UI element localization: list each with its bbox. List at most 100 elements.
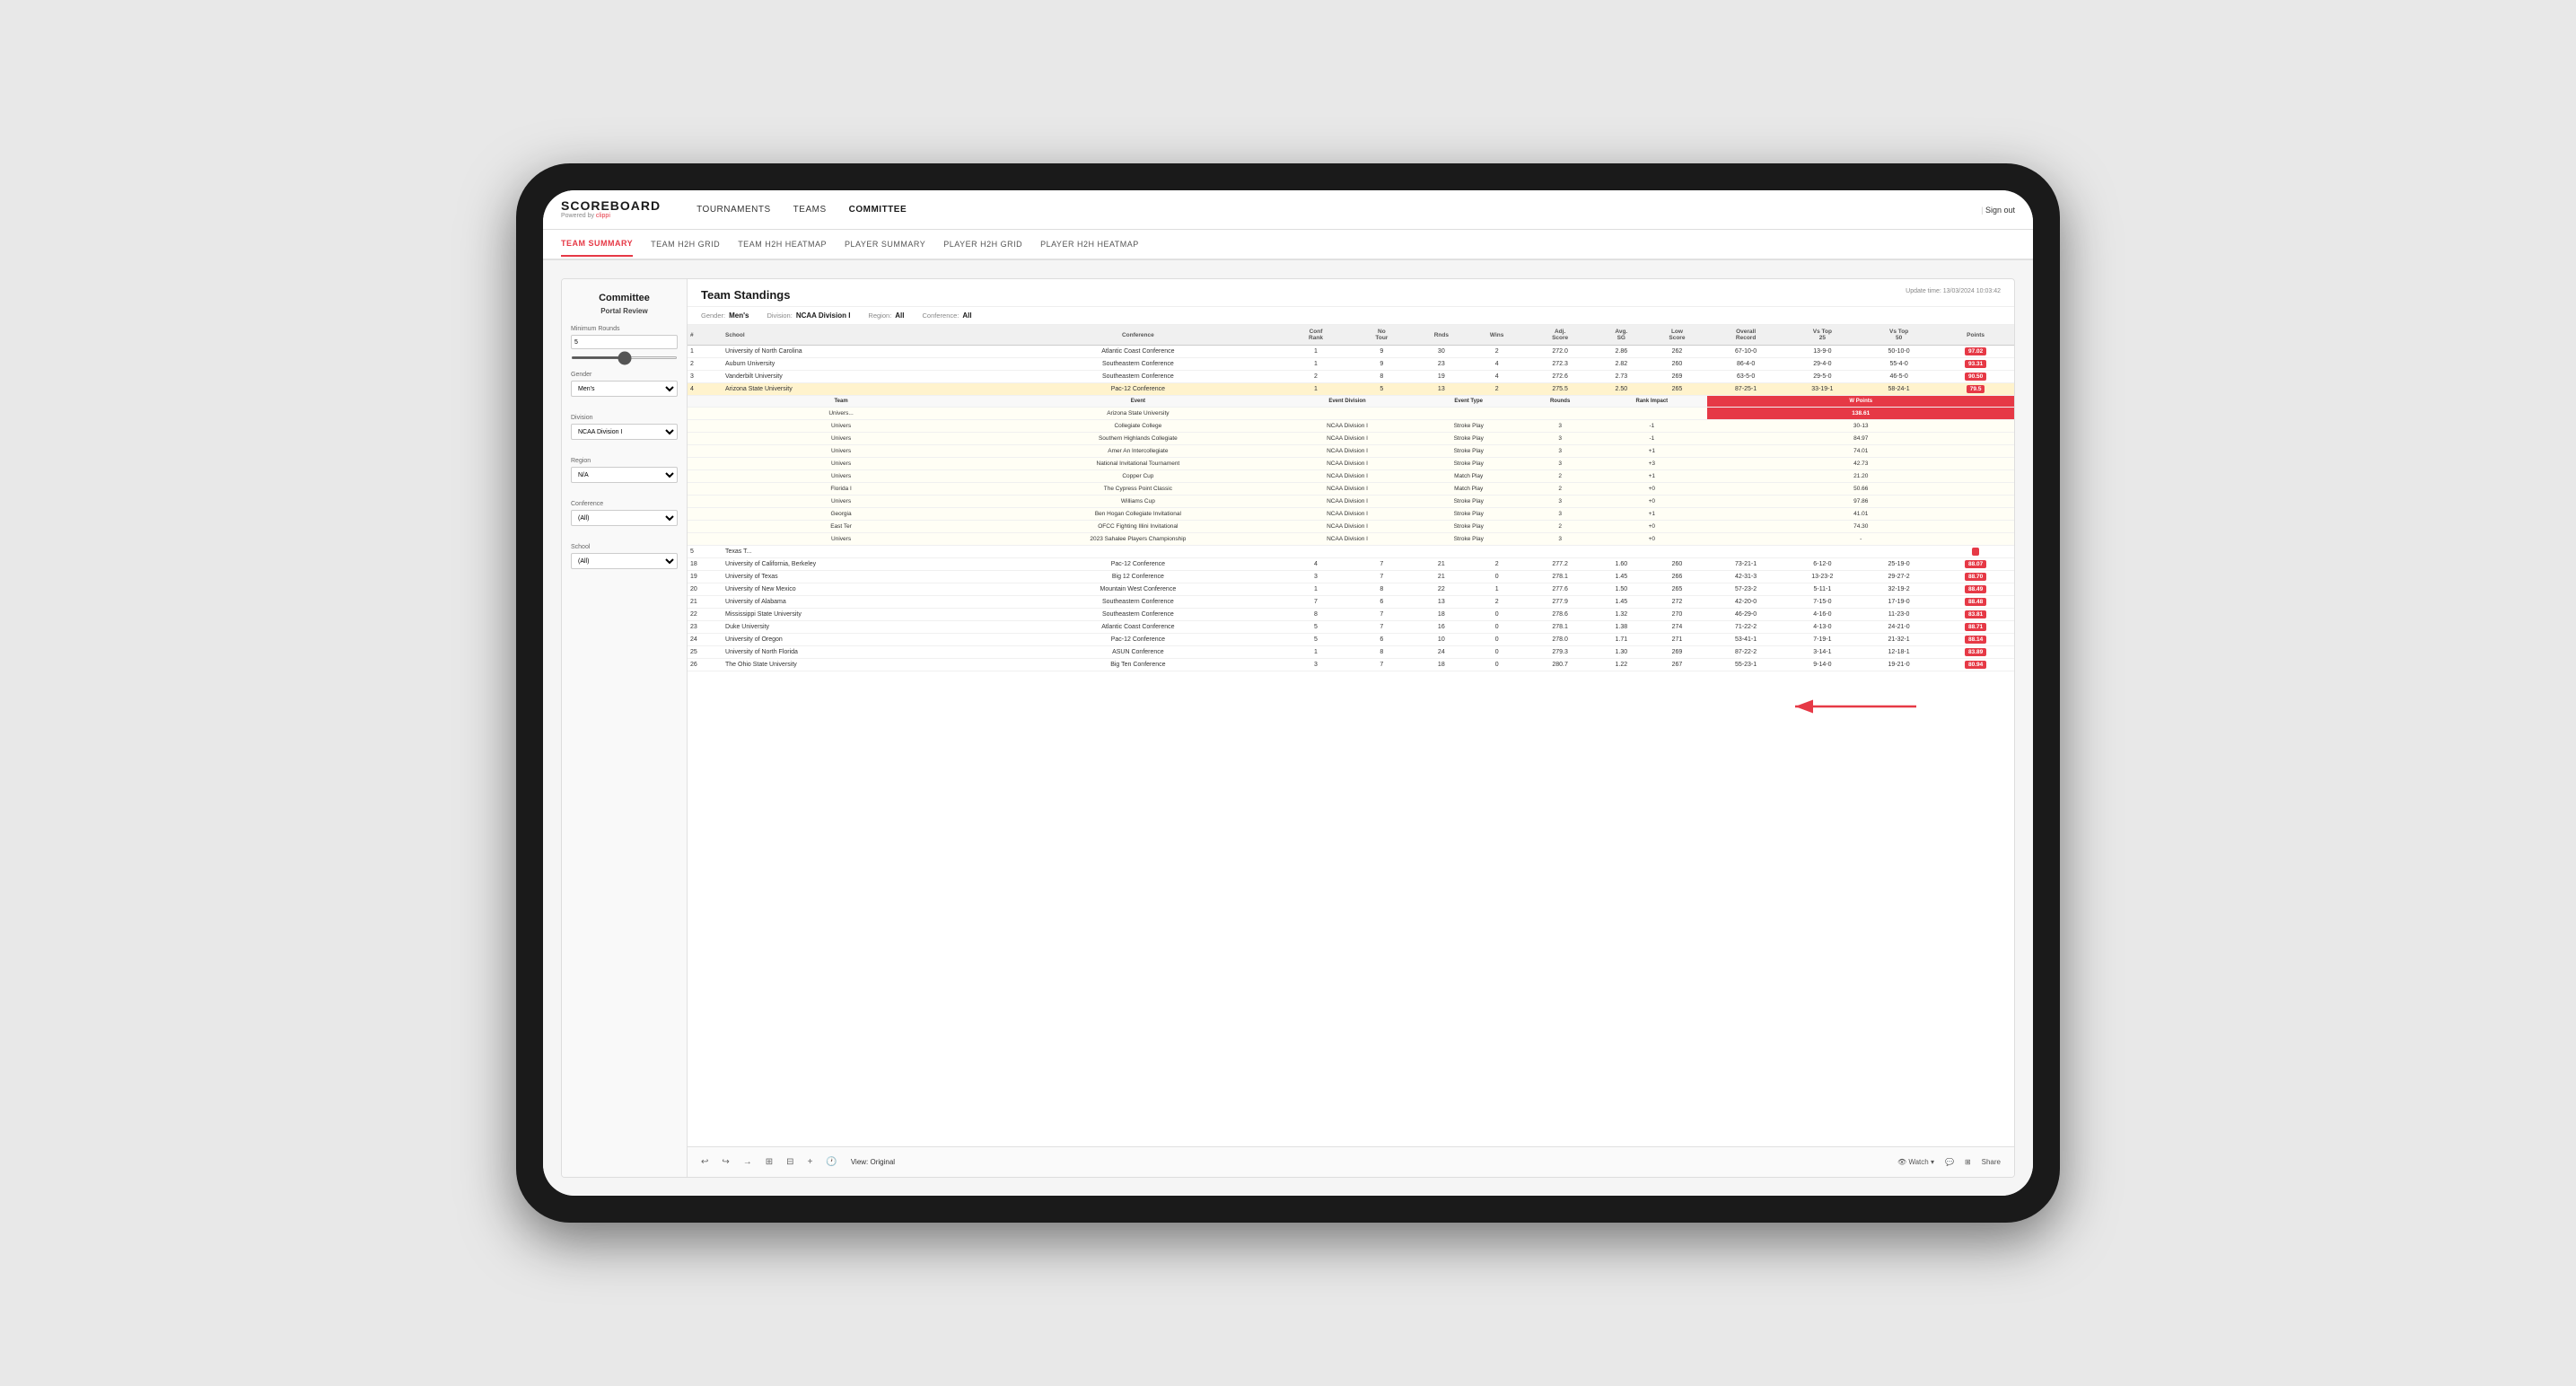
points-value: 83.81 xyxy=(1965,610,1986,618)
col-conf-rank: ConfRank xyxy=(1282,325,1351,346)
table-header-row: # School Conference ConfRank NoTour Rnds… xyxy=(688,325,2014,346)
logo: SCOREBOARD Powered by clippi xyxy=(561,199,661,220)
points-value: 83.89 xyxy=(1965,648,1986,656)
main-content: Committee Portal Review Minimum Rounds G… xyxy=(543,260,2033,1196)
table-row: 19 University of Texas Big 12 Conference… xyxy=(688,571,2014,583)
sidebar-subtitle: Portal Review xyxy=(571,307,678,315)
school-select[interactable]: (All) xyxy=(571,553,678,569)
redo-icon[interactable]: ↪ xyxy=(722,1157,729,1167)
sidebar-region: Region N/A xyxy=(571,458,678,490)
conference-select[interactable]: (All) xyxy=(571,510,678,526)
view-original[interactable]: View: Original xyxy=(851,1158,895,1166)
division-select[interactable]: NCAA Division I xyxy=(571,424,678,440)
tooltip-data-row: Univers National Invitational Tournament… xyxy=(688,458,2014,470)
col-low-score: LowScore xyxy=(1646,325,1707,346)
division-filter: Division: NCAA Division I xyxy=(767,311,850,320)
tablet-frame: SCOREBOARD Powered by clippi TOURNAMENTS… xyxy=(516,163,2060,1223)
region-filter: Region: All xyxy=(868,311,904,320)
table-row: 3 Vanderbilt University Southeastern Con… xyxy=(688,371,2014,383)
table-row: 23 Duke University Atlantic Coast Confer… xyxy=(688,621,2014,634)
points-value: 97.02 xyxy=(1965,347,1986,355)
tab-player-summary[interactable]: PLAYER SUMMARY xyxy=(845,232,925,256)
sidebar-school: School (All) xyxy=(571,544,678,576)
sidebar-min-rounds: Minimum Rounds xyxy=(571,326,678,361)
points-value-highlighted: 79.5 xyxy=(1967,385,1985,393)
grid-icon[interactable]: ⊟ xyxy=(786,1157,793,1167)
tooltip-data-row: Georgia Ben Hogan Collegiate Invitationa… xyxy=(688,508,2014,521)
logo-subtitle: Powered by clippi xyxy=(561,213,661,220)
bottom-bar: ↩ ↪ → ⊞ ⊟ + 🕐 View: Original 👁 Watch ▾ 💬 xyxy=(688,1146,2014,1177)
tooltip-header-row: Team Event Event Division Event Type Rou… xyxy=(688,396,2014,408)
col-points: Points xyxy=(1937,325,2014,346)
undo-icon[interactable]: ↩ xyxy=(701,1157,708,1167)
share-button[interactable]: Share xyxy=(1982,1158,2001,1166)
forward-icon[interactable]: → xyxy=(743,1157,752,1167)
bottom-right-actions: 👁 Watch ▾ 💬 ⊞ Share xyxy=(1897,1158,2001,1166)
conference-filter: Conference: All xyxy=(923,311,972,320)
points-value: 88.49 xyxy=(1965,585,1986,593)
copy-icon[interactable]: ⊞ xyxy=(766,1157,773,1167)
points-value: 93.31 xyxy=(1965,360,1986,368)
table-row: 25 University of North Florida ASUN Conf… xyxy=(688,646,2014,659)
conference-label: Conference xyxy=(571,501,678,507)
nav-teams[interactable]: TEAMS xyxy=(793,201,827,218)
points-value xyxy=(1972,548,1979,556)
tooltip-data-row: Univers Amer An Intercollegiate NCAA Div… xyxy=(688,445,2014,458)
gender-select[interactable]: Men's xyxy=(571,381,678,397)
comment-icon[interactable]: 💬 xyxy=(1945,1158,1954,1166)
main-panel: Team Standings Update time: 13/03/2024 1… xyxy=(688,279,2014,1177)
min-rounds-label: Minimum Rounds xyxy=(571,326,678,332)
table-area[interactable]: # School Conference ConfRank NoTour Rnds… xyxy=(688,325,2014,1146)
table-row: 18 University of California, Berkeley Pa… xyxy=(688,558,2014,571)
standings-table: # School Conference ConfRank NoTour Rnds… xyxy=(688,325,2014,671)
sub-navigation: TEAM SUMMARY TEAM H2H GRID TEAM H2H HEAT… xyxy=(543,230,2033,260)
points-value: 88.70 xyxy=(1965,573,1986,581)
clock-icon[interactable]: 🕐 xyxy=(826,1157,837,1167)
nav-committee[interactable]: COMMITTEE xyxy=(849,201,907,218)
min-rounds-slider[interactable] xyxy=(571,356,678,359)
grid-view-icon[interactable]: ⊞ xyxy=(1965,1158,1971,1166)
tooltip-data-row: Univers... Arizona State University 138.… xyxy=(688,408,2014,420)
tab-player-h2h-heatmap[interactable]: PLAYER H2H HEATMAP xyxy=(1040,232,1139,256)
region-select[interactable]: N/A xyxy=(571,467,678,483)
table-row: 5 Texas T... xyxy=(688,546,2014,558)
sidebar: Committee Portal Review Minimum Rounds G… xyxy=(562,279,688,1177)
table-row: 24 University of Oregon Pac-12 Conferenc… xyxy=(688,634,2014,646)
points-value: 88.07 xyxy=(1965,560,1986,568)
points-value: 90.50 xyxy=(1965,373,1986,381)
nav-links: TOURNAMENTS TEAMS COMMITTEE xyxy=(697,201,907,218)
tab-player-h2h-grid[interactable]: PLAYER H2H GRID xyxy=(943,232,1022,256)
col-overall: OverallRecord xyxy=(1707,325,1783,346)
min-rounds-input[interactable] xyxy=(571,335,678,349)
tooltip-data-row: Univers Collegiate College NCAA Division… xyxy=(688,420,2014,433)
tab-team-summary[interactable]: TEAM SUMMARY xyxy=(561,232,633,257)
logo-title: SCOREBOARD xyxy=(561,199,661,213)
update-time: Update time: 13/03/2024 10:03:42 xyxy=(1906,288,2001,294)
plus-icon[interactable]: + xyxy=(808,1157,813,1167)
table-row: 1 University of North Carolina Atlantic … xyxy=(688,346,2014,358)
tab-team-h2h-heatmap[interactable]: TEAM H2H HEATMAP xyxy=(738,232,827,256)
watch-button[interactable]: 👁 Watch ▾ xyxy=(1897,1158,1934,1166)
nav-tournaments[interactable]: TOURNAMENTS xyxy=(697,201,771,218)
tablet-screen: SCOREBOARD Powered by clippi TOURNAMENTS… xyxy=(543,190,2033,1196)
sidebar-conference: Conference (All) xyxy=(571,501,678,533)
gender-filter: Gender: Men's xyxy=(701,311,749,320)
standings-title: Team Standings xyxy=(701,288,790,302)
tooltip-data-row: Florida I The Cypress Point Classic NCAA… xyxy=(688,483,2014,496)
tooltip-data-row: Univers Southern Highlands Collegiate NC… xyxy=(688,433,2014,445)
tooltip-data-row: Univers Copper Cup NCAA Division I Match… xyxy=(688,470,2014,483)
app-container: Committee Portal Review Minimum Rounds G… xyxy=(561,278,2015,1178)
points-value: 80.94 xyxy=(1965,661,1986,669)
table-row: 20 University of New Mexico Mountain Wes… xyxy=(688,583,2014,596)
col-rank: # xyxy=(688,325,723,346)
points-value: 88.48 xyxy=(1965,598,1986,606)
col-avg-sg: Avg.SG xyxy=(1596,325,1646,346)
region-label: Region xyxy=(571,458,678,464)
col-rnds: Rnds xyxy=(1413,325,1469,346)
filter-row: Gender: Men's Division: NCAA Division I … xyxy=(688,307,2014,325)
tooltip-data-row: Univers Williams Cup NCAA Division I Str… xyxy=(688,496,2014,508)
sign-out-button[interactable]: Sign out xyxy=(1981,206,2015,215)
table-row: 26 The Ohio State University Big Ten Con… xyxy=(688,659,2014,671)
tab-team-h2h-grid[interactable]: TEAM H2H GRID xyxy=(651,232,720,256)
col-conference: Conference xyxy=(994,325,1282,346)
